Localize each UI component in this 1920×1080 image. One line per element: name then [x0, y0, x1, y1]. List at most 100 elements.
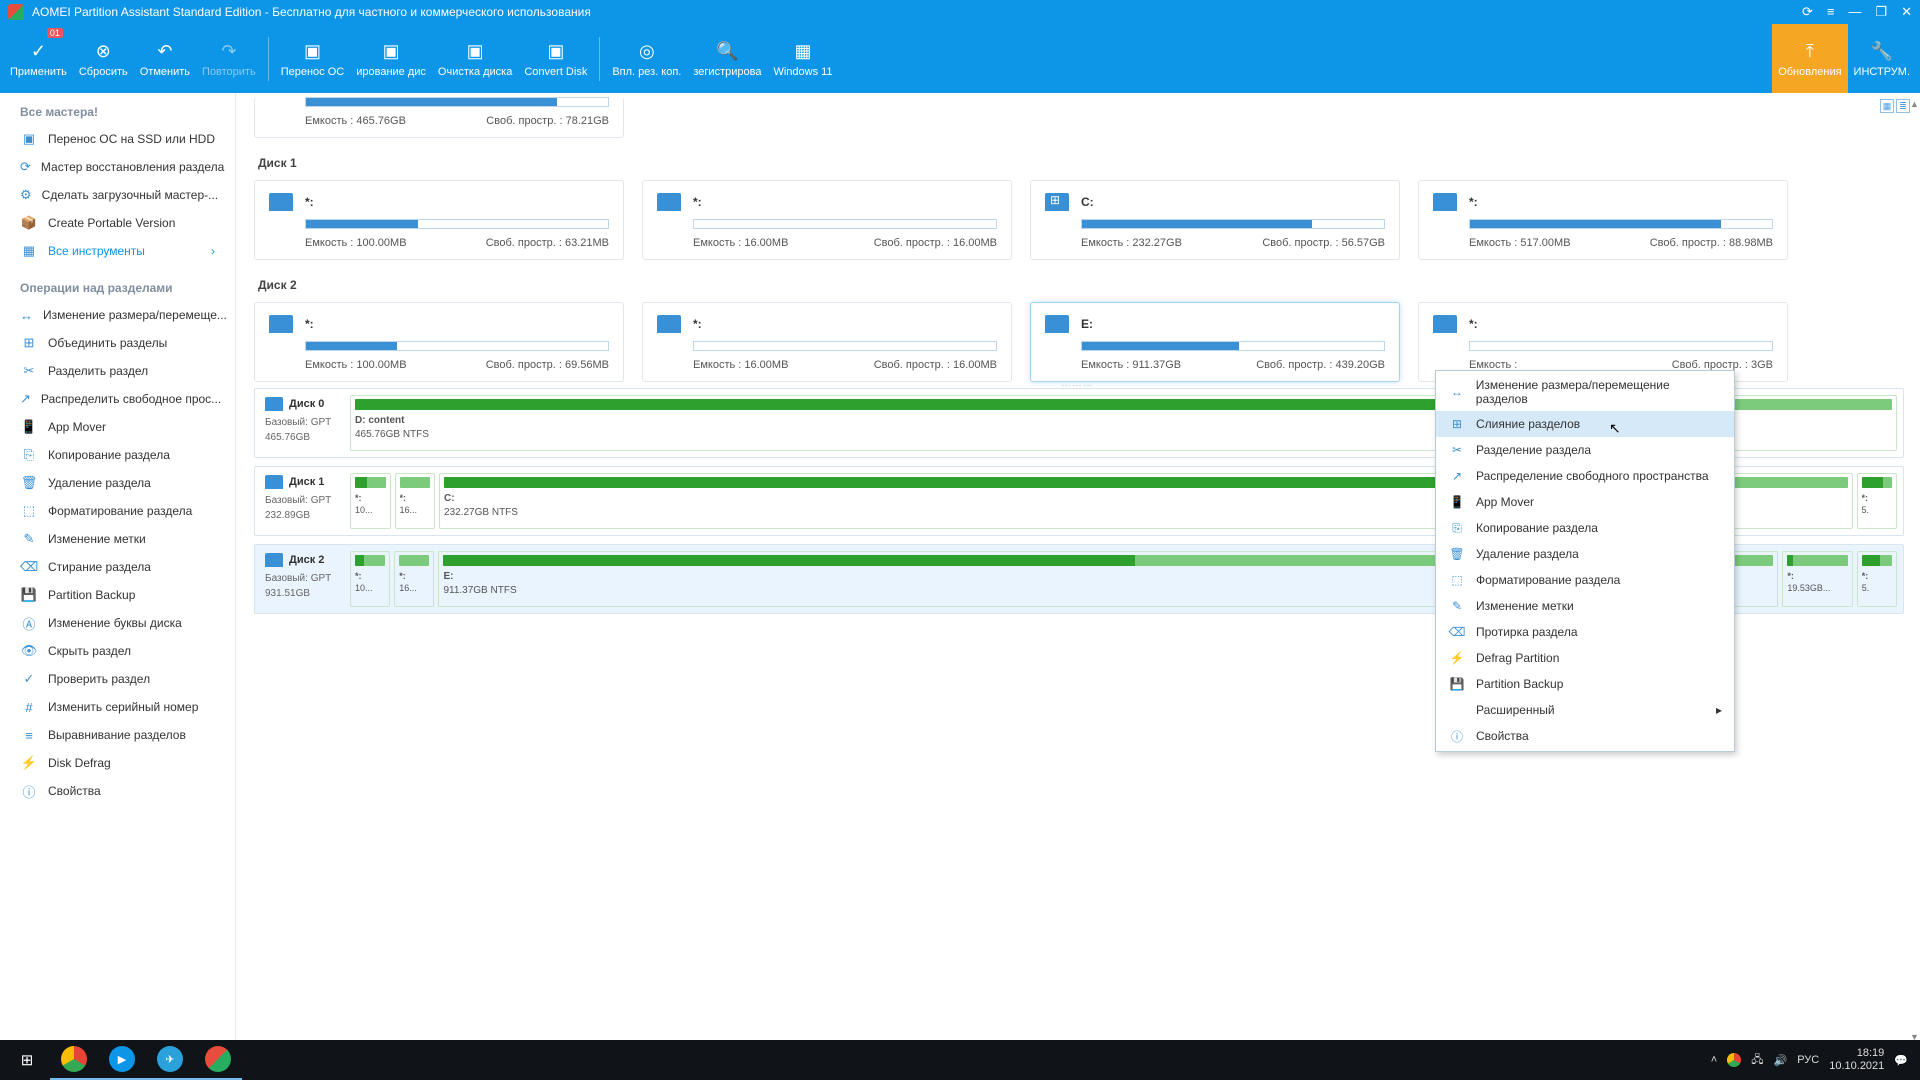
ctx-item-1[interactable]: ⊞Слияние разделов: [1436, 411, 1734, 437]
tray-lang[interactable]: РУС: [1797, 1054, 1819, 1066]
ctx-item-11[interactable]: 💾Partition Backup: [1436, 671, 1734, 697]
maximize-icon[interactable]: ❐: [1875, 4, 1887, 20]
wizard-item-2[interactable]: ⚙Сделать загрузочный мастер-...: [0, 181, 235, 209]
tray-notifications-icon[interactable]: 💬: [1894, 1054, 1908, 1067]
drive-letter: *:: [305, 317, 609, 331]
op-item-9[interactable]: ⌫Стирание раздела: [0, 553, 235, 581]
grid-view-icon[interactable]: ▦: [1880, 99, 1894, 113]
wizard-item-0[interactable]: ▣Перенос ОС на SSD или HDD: [0, 125, 235, 153]
ctx-label: Свойства: [1476, 729, 1529, 743]
tray-clock[interactable]: 18:1910.10.2021: [1829, 1047, 1884, 1073]
disk-clean-button[interactable]: ▣Очистка диска: [432, 24, 518, 93]
backup-button[interactable]: ◎Впл. рез. коп.: [606, 24, 687, 93]
app-task-1[interactable]: ▶: [98, 1040, 146, 1080]
partition-card[interactable]: C: Емкость : 232.27GBСвоб. простр. : 56.…: [1030, 180, 1400, 260]
tools-button[interactable]: 🔧ИНСТРУМ.: [1848, 24, 1916, 93]
ctx-item-9[interactable]: ⌫Протирка раздела: [1436, 619, 1734, 645]
diskmap-segment[interactable]: *:5.: [1857, 473, 1898, 529]
tray-cloud-icon[interactable]: [1727, 1053, 1741, 1067]
ctx-item-0[interactable]: ↔Изменение размера/перемещение разделов: [1436, 373, 1734, 411]
op-item-4[interactable]: 📱App Mover: [0, 413, 235, 441]
diskmap-segment[interactable]: *:16...: [395, 473, 436, 529]
ctx-icon: [1448, 702, 1466, 718]
op-item-6[interactable]: 🗑Удаление раздела: [0, 469, 235, 497]
scroll-down-icon[interactable]: ▼: [1910, 1032, 1920, 1040]
ctx-item-5[interactable]: ⎘Копирование раздела: [1436, 515, 1734, 541]
list-view-icon[interactable]: ≣: [1896, 99, 1910, 113]
op-item-13[interactable]: ✓Проверить раздел: [0, 665, 235, 693]
diskmap-segment[interactable]: *:16...: [394, 551, 434, 607]
op-item-14[interactable]: #Изменить серийный номер: [0, 693, 235, 721]
tray-sound-icon[interactable]: 🔊: [1774, 1054, 1788, 1067]
op-item-0[interactable]: ↔Изменение размера/перемеще...: [0, 301, 235, 329]
disk-name: Диск 2: [289, 554, 324, 566]
op-item-5[interactable]: ⎘Копирование раздела: [0, 441, 235, 469]
clone-disk-button[interactable]: ▣ирование дис: [350, 24, 432, 93]
aomei-icon: [205, 1046, 231, 1072]
op-item-12[interactable]: 👁Скрыть раздел: [0, 637, 235, 665]
partition-card[interactable]: *: Емкость : 16.00MBСвоб. простр. : 16.0…: [642, 180, 1012, 260]
reset-button[interactable]: ⊗Сбросить: [73, 24, 134, 93]
scroll-up-icon[interactable]: ▲: [1910, 99, 1920, 109]
op-item-11[interactable]: ⒶИзменение буквы диска: [0, 609, 235, 637]
aomei-task[interactable]: [194, 1040, 242, 1080]
partition-card[interactable]: E: Емкость : 911.37GBСвоб. простр. : 439…: [1030, 302, 1400, 382]
telegram-task[interactable]: ✈: [146, 1040, 194, 1080]
ctx-label: Defrag Partition: [1476, 651, 1559, 665]
op-item-17[interactable]: ⓘСвойства: [0, 777, 235, 805]
hdd-icon: ▣: [299, 39, 325, 63]
op-item-7[interactable]: ⬚Форматирование раздела: [0, 497, 235, 525]
hamburger-icon[interactable]: ≡: [1827, 4, 1835, 20]
wizard-item-1[interactable]: ⟳Мастер восстановления раздела: [0, 153, 235, 181]
op-item-3[interactable]: ↗Распределить свободное прос...: [0, 385, 235, 413]
ctx-item-8[interactable]: ✎Изменение метки: [1436, 593, 1734, 619]
apply-button[interactable]: ✓Применить: [4, 24, 73, 93]
convert-disk-button[interactable]: ▣Convert Disk: [518, 24, 593, 93]
diskmap-segment[interactable]: *:5.: [1857, 551, 1897, 607]
op-icon: 💾: [20, 587, 38, 603]
wizard-item-3[interactable]: 📦Create Portable Version: [0, 209, 235, 237]
tray-network-icon[interactable]: 🖧: [1751, 1051, 1763, 1070]
ctx-item-13[interactable]: ⓘСвойства: [1436, 723, 1734, 749]
win11-button[interactable]: ▦Windows 11: [767, 24, 838, 93]
op-item-10[interactable]: 💾Partition Backup: [0, 581, 235, 609]
ctx-item-10[interactable]: ⚡Defrag Partition: [1436, 645, 1734, 671]
op-icon: ⓘ: [20, 783, 38, 799]
upgrade-button[interactable]: ⤒Обновления: [1772, 24, 1847, 93]
diskmap-segment[interactable]: *:10...: [350, 551, 390, 607]
diskmap-head: Диск 2 Базовый: GPT 931.51GB: [255, 545, 350, 613]
ctx-item-4[interactable]: 📱App Mover: [1436, 489, 1734, 515]
all-tools-item[interactable]: ▦Все инструменты ›: [0, 237, 235, 265]
partition-card[interactable]: *: Емкость : 517.00MBСвоб. простр. : 88.…: [1418, 180, 1788, 260]
start-button[interactable]: ⊞: [4, 1040, 50, 1080]
op-item-15[interactable]: ≡Выравнивание разделов: [0, 721, 235, 749]
ctx-item-3[interactable]: ↗Распределение свободного пространства: [1436, 463, 1734, 489]
apply-label: Применить: [10, 66, 67, 78]
window-title: AOMEI Partition Assistant Standard Editi…: [32, 5, 1802, 19]
migrate-os-button[interactable]: ▣Перенос ОС: [275, 24, 351, 93]
ctx-item-2[interactable]: ✂Разделение раздела: [1436, 437, 1734, 463]
refresh-icon[interactable]: ⟳: [1802, 4, 1813, 20]
op-item-1[interactable]: ⊞Объединить разделы: [0, 329, 235, 357]
op-icon: ⎘: [20, 447, 38, 463]
ctx-item-7[interactable]: ⬚Форматирование раздела: [1436, 567, 1734, 593]
chrome-task[interactable]: [50, 1040, 98, 1080]
app-logo-icon: [8, 4, 24, 20]
op-item-2[interactable]: ✂Разделить раздел: [0, 357, 235, 385]
minimize-icon[interactable]: —: [1848, 4, 1861, 20]
op-item-16[interactable]: ⚡Disk Defrag: [0, 749, 235, 777]
undo-button[interactable]: ↶Отменить: [134, 24, 196, 93]
partition-card[interactable]: *: Емкость : 100.00MBСвоб. простр. : 63.…: [254, 180, 624, 260]
drive-letter: *:: [693, 195, 997, 209]
op-item-8[interactable]: ✎Изменение метки: [0, 525, 235, 553]
partition-card[interactable]: *: Емкость : 100.00MBСвоб. простр. : 69.…: [254, 302, 624, 382]
register-button[interactable]: 🔍зегистрирова: [687, 24, 767, 93]
ctx-item-12[interactable]: Расширенный ▸: [1436, 697, 1734, 723]
diskmap-segment[interactable]: *:19.53GB...: [1782, 551, 1852, 607]
close-icon[interactable]: ✕: [1901, 4, 1912, 20]
tray-chevron-icon[interactable]: ˄: [1711, 1054, 1717, 1066]
ctx-item-6[interactable]: 🗑Удаление раздела: [1436, 541, 1734, 567]
partition-card[interactable]: Емкость : 465.76GBСвоб. простр. : 78.21G…: [254, 97, 624, 138]
diskmap-segment[interactable]: *:10...: [350, 473, 391, 529]
partition-card[interactable]: *: Емкость : 16.00MBСвоб. простр. : 16.0…: [642, 302, 1012, 382]
